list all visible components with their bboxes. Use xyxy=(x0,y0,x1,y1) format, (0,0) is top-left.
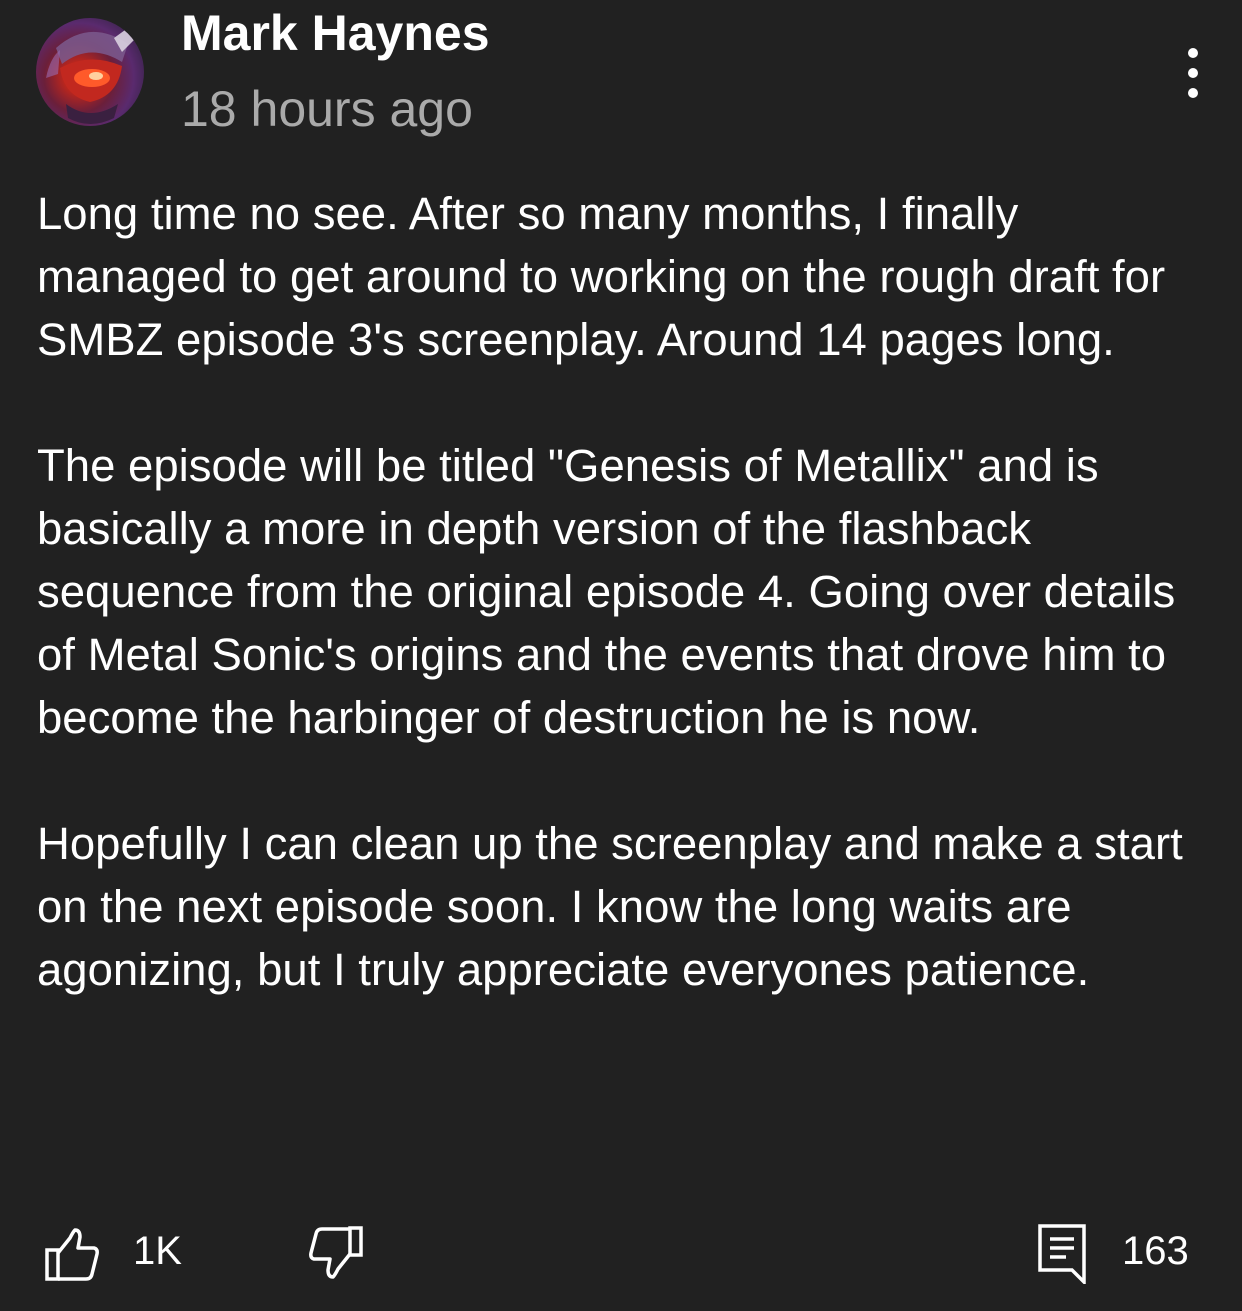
post-timestamp: 18 hours ago xyxy=(181,81,473,137)
comment-icon xyxy=(1038,1224,1086,1287)
more-vertical-icon-dot xyxy=(1188,48,1198,58)
post-paragraph: Long time no see. After so many months, … xyxy=(37,188,1166,365)
like-count: 1K xyxy=(133,1229,182,1273)
more-vertical-icon-dot xyxy=(1188,68,1198,78)
thumbs-down-icon xyxy=(309,1226,363,1279)
dislike-button[interactable] xyxy=(306,1226,364,1282)
like-button[interactable] xyxy=(44,1226,100,1282)
author-name[interactable]: Mark Haynes xyxy=(181,4,490,62)
post-action-bar: 1K 163 xyxy=(0,1218,1242,1288)
thumbs-up-icon xyxy=(45,1228,99,1281)
more-vertical-icon-dot xyxy=(1188,88,1198,98)
more-options-button[interactable] xyxy=(1170,42,1216,104)
robot-helmet-avatar-icon xyxy=(46,22,140,124)
comment-button[interactable] xyxy=(1036,1222,1092,1287)
post-body: Long time no see. After so many months, … xyxy=(37,182,1207,1001)
community-post: Mark Haynes 18 hours ago Long time no se… xyxy=(0,0,1242,1311)
post-paragraph: The episode will be titled "Genesis of M… xyxy=(37,440,1176,743)
author-avatar[interactable] xyxy=(36,18,144,126)
post-paragraph: Hopefully I can clean up the screenplay … xyxy=(37,818,1183,995)
comment-count: 163 xyxy=(1122,1229,1189,1273)
